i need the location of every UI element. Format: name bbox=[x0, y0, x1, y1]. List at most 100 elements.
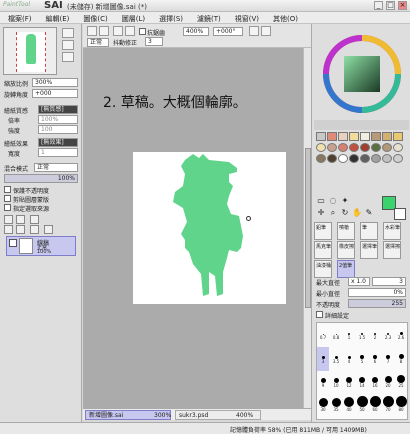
color-swatch[interactable] bbox=[349, 154, 359, 163]
new-folder-icon[interactable] bbox=[30, 215, 39, 224]
menu-others[interactable]: 其他(O) bbox=[265, 12, 304, 23]
brush-size-option[interactable]: 35 bbox=[330, 395, 342, 419]
shake-field[interactable]: 3 bbox=[145, 37, 163, 46]
eyedropper-icon[interactable]: ✎ bbox=[364, 208, 374, 218]
new-layer-icon[interactable] bbox=[4, 215, 13, 224]
color-swatch[interactable] bbox=[371, 132, 381, 141]
lasso-tool-icon[interactable]: ◌ bbox=[328, 196, 338, 206]
rotate-tool-icon[interactable]: ↻ bbox=[340, 208, 350, 218]
brush-size-option[interactable]: 7 bbox=[382, 347, 394, 371]
rotate-button[interactable] bbox=[62, 52, 74, 62]
color-swatch[interactable] bbox=[393, 154, 403, 163]
selection-mode-select[interactable]: 正常 bbox=[87, 38, 109, 47]
brush-tool-button[interactable]: 2值筆 bbox=[337, 260, 355, 278]
zoom-field[interactable]: 300% bbox=[32, 78, 78, 87]
redo-icon[interactable] bbox=[99, 26, 109, 36]
brush-size-option[interactable]: 2.6 bbox=[395, 323, 407, 347]
brush-tool-button[interactable]: 馬克筆 bbox=[314, 241, 332, 259]
brush-size-option[interactable]: 5 bbox=[356, 347, 368, 371]
brush-tool-button[interactable]: 選擇擦 bbox=[383, 241, 401, 259]
brush-size-option[interactable]: 80 bbox=[395, 395, 407, 419]
brush-size-option[interactable]: 12 bbox=[343, 371, 355, 395]
opacity-slider[interactable]: 100% bbox=[4, 174, 78, 183]
color-swatch[interactable] bbox=[371, 154, 381, 163]
brush-size-option[interactable]: 20 bbox=[382, 371, 394, 395]
canvas-document[interactable] bbox=[133, 152, 286, 304]
min-size-field[interactable]: 0% bbox=[348, 288, 406, 297]
navigator-preview[interactable] bbox=[3, 27, 57, 75]
maximize-button[interactable]: □ bbox=[386, 1, 395, 10]
color-swatch[interactable] bbox=[382, 143, 392, 152]
color-swatch[interactable] bbox=[338, 132, 348, 141]
color-swatch[interactable] bbox=[338, 143, 348, 152]
brush-size-option[interactable]: 3 bbox=[317, 347, 329, 371]
antialias-checkbox[interactable] bbox=[139, 28, 146, 35]
delete-layer-icon[interactable] bbox=[44, 225, 53, 234]
merge-down-icon[interactable] bbox=[16, 225, 25, 234]
color-swatch[interactable] bbox=[316, 132, 326, 141]
max-size-field[interactable]: 3 bbox=[372, 277, 406, 286]
max-size-multiplier[interactable]: x 1.0 bbox=[348, 277, 370, 286]
brush-size-option[interactable]: 0.7 bbox=[317, 323, 329, 347]
color-swatch[interactable] bbox=[338, 154, 348, 163]
hand-tool-icon[interactable]: ✋ bbox=[352, 208, 362, 218]
menu-layer[interactable]: 圖層(L) bbox=[114, 12, 151, 23]
deselect-icon[interactable] bbox=[113, 26, 123, 36]
paper-effect-select[interactable]: [無效果] bbox=[38, 138, 78, 147]
color-swatch[interactable] bbox=[393, 132, 403, 141]
color-swatch[interactable] bbox=[393, 143, 403, 152]
color-swatch[interactable] bbox=[349, 132, 359, 141]
brush-size-option[interactable]: 1 bbox=[343, 323, 355, 347]
close-button[interactable]: × bbox=[398, 1, 407, 10]
background-color[interactable] bbox=[394, 208, 406, 220]
brush-tool-button[interactable]: 選擇筆 bbox=[360, 241, 378, 259]
color-swatch[interactable] bbox=[360, 132, 370, 141]
brush-tool-button[interactable]: 橡皮擦 bbox=[337, 241, 355, 259]
doc-tab-active[interactable]: 新增圖像.sai 300% bbox=[85, 410, 171, 420]
menu-canvas[interactable]: 圖像(C) bbox=[75, 12, 113, 23]
rotate-field[interactable]: +000 bbox=[32, 89, 78, 98]
minimize-button[interactable]: _ bbox=[374, 1, 383, 10]
select-tool-icon[interactable]: ▭ bbox=[316, 196, 326, 206]
color-swatch[interactable] bbox=[371, 143, 381, 152]
color-swatch[interactable] bbox=[327, 143, 337, 152]
brush-size-option[interactable]: 4 bbox=[343, 347, 355, 371]
invert-selection-icon[interactable] bbox=[125, 26, 135, 36]
brush-size-option[interactable]: 25 bbox=[395, 371, 407, 395]
zoom-select[interactable]: 400% bbox=[183, 27, 209, 36]
rotate-left-icon[interactable] bbox=[261, 26, 271, 36]
brush-size-option[interactable]: 2 bbox=[369, 323, 381, 347]
menu-filter[interactable]: 濾鏡(T) bbox=[189, 12, 227, 23]
color-swatch[interactable] bbox=[349, 143, 359, 152]
paper-texture-select[interactable]: [無質感] bbox=[38, 105, 78, 114]
color-swatch[interactable] bbox=[382, 132, 392, 141]
color-mode-tabs[interactable] bbox=[314, 120, 409, 130]
new-linework-layer-icon[interactable] bbox=[16, 215, 25, 224]
zoom-in-button[interactable] bbox=[62, 28, 74, 38]
brush-size-option[interactable]: 70 bbox=[382, 395, 394, 419]
brush-tool-button[interactable]: 鉛筆 bbox=[314, 222, 332, 240]
brush-size-option[interactable]: 50 bbox=[356, 395, 368, 419]
color-wheel[interactable] bbox=[322, 34, 402, 114]
magnification-field[interactable]: 100% bbox=[38, 115, 78, 124]
doc-tab-other[interactable]: sukr3.psd 400% bbox=[175, 410, 261, 420]
zoom-out-button[interactable] bbox=[62, 40, 74, 50]
brush-size-option[interactable]: 60 bbox=[369, 395, 381, 419]
brush-size-option[interactable]: 30 bbox=[317, 395, 329, 419]
detail-settings-checkbox[interactable] bbox=[316, 311, 323, 318]
brush-tool-button[interactable]: 油漆桶 bbox=[314, 260, 332, 278]
undo-icon[interactable] bbox=[87, 26, 97, 36]
menu-file[interactable]: 檔案(F) bbox=[0, 12, 38, 23]
menu-window[interactable]: 視窗(V) bbox=[227, 12, 265, 23]
selection-source-checkbox[interactable] bbox=[4, 204, 11, 211]
transfer-down-icon[interactable] bbox=[4, 225, 13, 234]
color-swatch[interactable] bbox=[316, 154, 326, 163]
color-swatch[interactable] bbox=[382, 154, 392, 163]
blend-mode-select[interactable]: 正常 bbox=[34, 163, 78, 172]
brush-tool-button[interactable]: 筆 bbox=[360, 222, 378, 240]
brush-size-option[interactable]: 3.5 bbox=[330, 347, 342, 371]
density-slider[interactable]: 255 bbox=[348, 299, 406, 308]
vertical-scrollbar[interactable] bbox=[303, 48, 311, 408]
flip-icon[interactable] bbox=[249, 26, 259, 36]
color-swatch[interactable] bbox=[360, 143, 370, 152]
